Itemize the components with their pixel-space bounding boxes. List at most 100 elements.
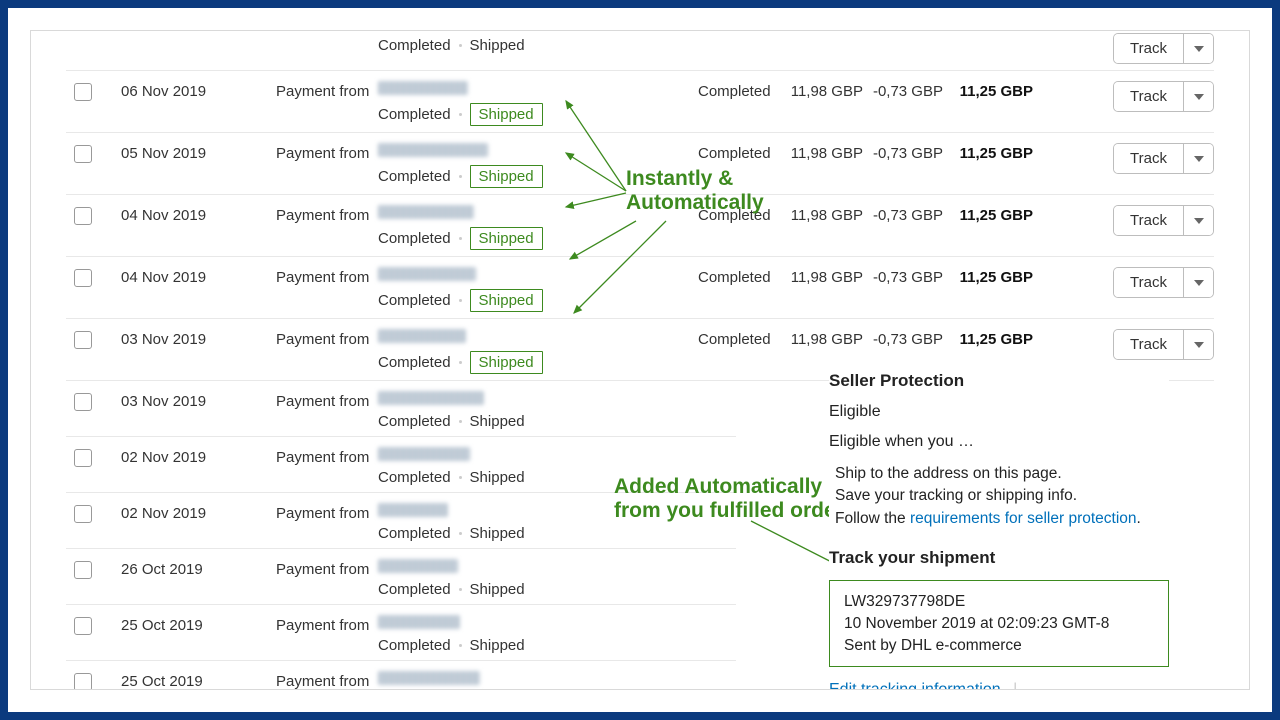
shipped-label: Shipped [470, 351, 543, 374]
table-row: 25 Oct 2019Payment fromCompletedShipped [66, 605, 736, 661]
track-dropdown[interactable] [1183, 268, 1213, 297]
status-line: CompletedShipped [378, 227, 698, 250]
payer-name[interactable] [378, 503, 448, 517]
track-dropdown[interactable] [1183, 144, 1213, 173]
chevron-down-icon [1194, 46, 1204, 52]
net-cell: 11,25 GBP [943, 265, 1033, 286]
payer-name[interactable] [378, 559, 458, 573]
net-cell: 11,25 GBP [943, 203, 1033, 224]
payment-from-label: Payment from [276, 669, 378, 690]
track-dropdown[interactable] [1183, 330, 1213, 359]
payment-from-label: Payment from [276, 501, 378, 522]
shipped-label: Shipped [470, 103, 543, 126]
payment-from-label: Payment from [276, 613, 378, 634]
row-checkbox[interactable] [74, 505, 92, 523]
date-cell: 06 Nov 2019 [121, 79, 276, 100]
row-checkbox[interactable] [74, 617, 92, 635]
row-checkbox[interactable] [74, 331, 92, 349]
payer-name[interactable] [378, 391, 484, 405]
completed-label: Completed [378, 637, 451, 654]
date-cell: 02 Nov 2019 [121, 501, 276, 522]
payer-name[interactable] [378, 671, 480, 685]
edit-tracking-link[interactable]: Edit tracking information [829, 681, 1001, 690]
table-row: 25 Oct 2019Payment fromCompletedShipped [66, 661, 736, 690]
inner-frame: Completed Shipped Track 06 Nov 2019 Payment … [30, 30, 1250, 690]
tracking-carrier: Sent by DHL e-commerce [844, 635, 1154, 657]
completed-label: Completed [378, 292, 451, 309]
payer-name[interactable] [378, 205, 474, 219]
status-line: Completed Shipped [378, 103, 698, 126]
gross-cell: 11,98 GBP [783, 327, 863, 348]
completed-label: Completed [378, 168, 451, 185]
track-dropdown[interactable] [1183, 82, 1213, 111]
sp-item-3: Follow the requirements for seller prote… [835, 508, 1169, 530]
row-checkbox[interactable] [74, 83, 92, 101]
status-line: CompletedShipped [378, 289, 698, 312]
row-checkbox[interactable] [74, 145, 92, 163]
sp-item-1: Ship to the address on this page. [835, 463, 1169, 485]
main-cell: Completed Shipped [378, 79, 698, 126]
status-line: CompletedShipped [378, 525, 698, 542]
completed-label: Completed [378, 354, 451, 371]
row-checkbox[interactable] [74, 393, 92, 411]
status-line: Completed Shipped [378, 637, 698, 654]
gross-cell: 11,98 GBP [783, 79, 863, 100]
track-shipment-title: Track your shipment [829, 548, 1169, 568]
main-cell: Completed Shipped [378, 327, 698, 374]
detail-panel: Seller Protection Eligible Eligible when… [829, 371, 1169, 690]
row-checkbox[interactable] [74, 561, 92, 579]
payer-name[interactable] [378, 81, 468, 95]
fee-cell: -0,73 GBP [863, 203, 943, 224]
completed-label: Completed [378, 469, 451, 486]
chevron-down-icon [1194, 218, 1204, 224]
fee-cell: -0,73 GBP [863, 141, 943, 162]
row-checkbox[interactable] [74, 673, 92, 690]
row-checkbox[interactable] [74, 207, 92, 225]
main-cell: CompletedShipped [378, 557, 698, 598]
status-cell: Completed [698, 327, 783, 348]
seller-protection-title: Seller Protection [829, 371, 1169, 391]
table-row: 06 Nov 2019Payment fromCompletedShippedC… [66, 71, 1214, 133]
completed-label: Completed [378, 106, 451, 123]
seller-protection-eligible-when: Eligible when you … [829, 433, 1169, 451]
track-dropdown[interactable] [1183, 206, 1213, 235]
chevron-down-icon [1194, 280, 1204, 286]
date-cell: 04 Nov 2019 [121, 203, 276, 224]
payer-name[interactable] [378, 329, 466, 343]
payer-name[interactable] [378, 615, 460, 629]
completed-label: Completed [378, 413, 451, 430]
shipped-label: Shipped [470, 637, 525, 654]
track-button-group: Track [1113, 329, 1214, 360]
requirements-link[interactable]: requirements for seller protection [910, 510, 1137, 527]
completed-label: Completed [378, 37, 451, 54]
payer-name[interactable] [378, 267, 476, 281]
tracking-number: LW329737798DE [844, 591, 1154, 613]
seller-protection-list: Ship to the address on this page. Save y… [835, 463, 1169, 530]
track-button[interactable]: Track [1114, 330, 1183, 359]
table-row: Completed Shipped Track [66, 31, 1214, 71]
track-button[interactable]: Track [1114, 144, 1183, 173]
shipped-label: Shipped [470, 37, 525, 54]
track-dropdown[interactable] [1183, 34, 1213, 63]
track-button-group: Track [1113, 267, 1214, 298]
completed-label: Completed [378, 581, 451, 598]
track-button[interactable]: Track [1114, 34, 1183, 63]
fee-cell: -0,73 GBP [863, 79, 943, 100]
seller-protection-eligible: Eligible [829, 403, 1169, 421]
payer-name[interactable] [378, 447, 470, 461]
payment-from-label: Payment from [276, 327, 378, 348]
row-checkbox[interactable] [74, 449, 92, 467]
chevron-down-icon [1194, 342, 1204, 348]
completed-label: Completed [378, 230, 451, 247]
status-cell: Completed [698, 141, 783, 162]
payment-from-label: Payment from [276, 141, 378, 162]
track-button[interactable]: Track [1114, 82, 1183, 111]
shipped-label: Shipped [470, 413, 525, 430]
main-cell: Completed Shipped [378, 31, 698, 54]
track-button[interactable]: Track [1114, 268, 1183, 297]
tracking-time: 10 November 2019 at 02:09:23 GMT-8 [844, 613, 1154, 635]
edit-tracking-line: Edit tracking information | [829, 681, 1169, 690]
row-checkbox[interactable] [74, 269, 92, 287]
payer-name[interactable] [378, 143, 488, 157]
track-button[interactable]: Track [1114, 206, 1183, 235]
